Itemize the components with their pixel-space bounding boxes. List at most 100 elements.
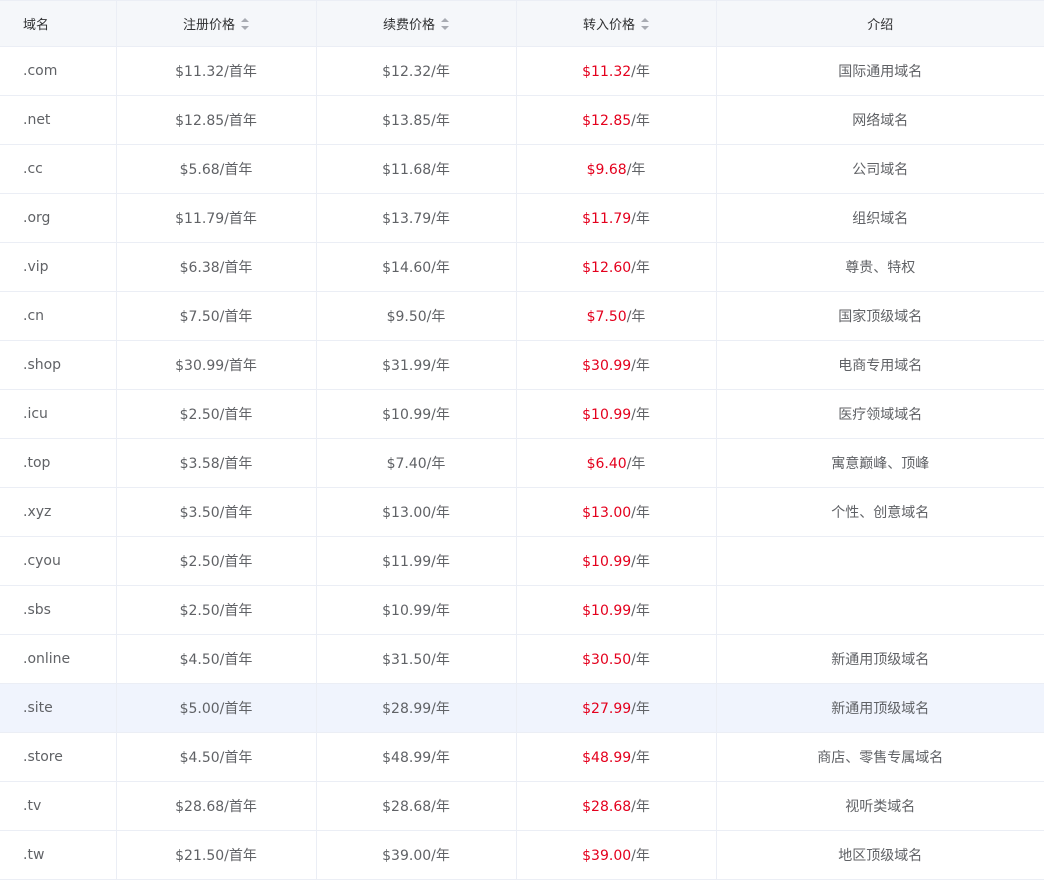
table-row[interactable]: .cyou $2.50/首年 $11.99/年 $10.99/年 bbox=[0, 536, 1044, 586]
transfer-price-unit: /年 bbox=[631, 260, 650, 276]
intro-cell: 地区顶级域名 bbox=[715, 830, 1044, 880]
renew-price: $48.99/年 bbox=[382, 750, 450, 766]
table-row[interactable]: .store $4.50/首年 $48.99/年 $48.99/年 商店、零售专属域名 bbox=[0, 732, 1044, 782]
intro-cell: 新通用顶级域名 bbox=[715, 683, 1044, 733]
intro-cell: 商店、零售专属域名 bbox=[715, 732, 1044, 782]
renew-price: $28.68/年 bbox=[382, 799, 450, 815]
transfer-price-cell: $13.00/年 bbox=[515, 487, 717, 537]
transfer-price-cell: $12.85/年 bbox=[515, 95, 717, 145]
intro-cell: 新通用顶级域名 bbox=[715, 634, 1044, 684]
renew-price: $11.68/年 bbox=[382, 162, 450, 178]
sort-register-price[interactable]: 注册价格 bbox=[183, 14, 249, 33]
sort-caret-icon[interactable] bbox=[641, 17, 649, 30]
transfer-price-amount: $30.50 bbox=[582, 652, 632, 668]
table-row[interactable]: .cc $5.68/首年 $11.68/年 $9.68/年 公司域名 bbox=[0, 144, 1044, 194]
register-price: $6.38/首年 bbox=[179, 260, 253, 276]
intro-text: 寓意巅峰、顶峰 bbox=[831, 456, 930, 472]
table-row[interactable]: .icu $2.50/首年 $10.99/年 $10.99/年 医疗领域域名 bbox=[0, 389, 1044, 439]
domain-suffix: .top bbox=[23, 455, 51, 471]
intro-text: 视听类域名 bbox=[845, 799, 916, 815]
sort-renew-price[interactable]: 续费价格 bbox=[383, 14, 449, 33]
register-price: $11.32/首年 bbox=[175, 64, 257, 80]
register-price: $11.79/首年 bbox=[175, 211, 257, 227]
domain-cell: .org bbox=[0, 193, 117, 243]
transfer-price-unit: /年 bbox=[631, 211, 650, 227]
register-price: $2.50/首年 bbox=[179, 603, 253, 619]
table-row[interactable]: .shop $30.99/首年 $31.99/年 $30.99/年 电商专用域名 bbox=[0, 340, 1044, 390]
sort-caret-icon[interactable] bbox=[241, 17, 249, 30]
intro-cell: 组织域名 bbox=[715, 193, 1044, 243]
table-row[interactable]: .org $11.79/首年 $13.79/年 $11.79/年 组织域名 bbox=[0, 193, 1044, 243]
table-row[interactable]: .net $12.85/首年 $13.85/年 $12.85/年 网络域名 bbox=[0, 95, 1044, 145]
renew-price: $10.99/年 bbox=[382, 603, 450, 619]
domain-cell: .icu bbox=[0, 389, 117, 439]
renew-price-cell: $7.40/年 bbox=[315, 438, 517, 488]
domain-cell: .xyz bbox=[0, 487, 117, 537]
header-domain-label: 域名 bbox=[23, 18, 50, 33]
table-row[interactable]: .sbs $2.50/首年 $10.99/年 $10.99/年 bbox=[0, 585, 1044, 635]
table-row[interactable]: .cn $7.50/首年 $9.50/年 $7.50/年 国家顶级域名 bbox=[0, 291, 1044, 341]
renew-price-cell: $39.00/年 bbox=[315, 830, 517, 880]
intro-text: 国家顶级域名 bbox=[838, 309, 923, 325]
transfer-price-unit: /年 bbox=[631, 799, 650, 815]
intro-text: 商店、零售专属域名 bbox=[817, 750, 944, 766]
domain-cell: .cyou bbox=[0, 536, 117, 586]
register-price: $5.00/首年 bbox=[179, 701, 253, 717]
table-row[interactable]: .com $11.32/首年 $12.32/年 $11.32/年 国际通用域名 bbox=[0, 46, 1044, 96]
register-price: $28.68/首年 bbox=[175, 799, 257, 815]
transfer-price-cell: $10.99/年 bbox=[515, 536, 717, 586]
domain-cell: .vip bbox=[0, 242, 117, 292]
transfer-price-amount: $48.99 bbox=[582, 750, 632, 766]
register-price: $3.58/首年 bbox=[179, 456, 253, 472]
header-renew-price[interactable]: 续费价格 bbox=[315, 0, 517, 47]
transfer-price-amount: $10.99 bbox=[582, 407, 632, 423]
transfer-price-cell: $10.99/年 bbox=[515, 585, 717, 635]
transfer-price-amount: $6.40 bbox=[586, 456, 627, 472]
table-body: .com $11.32/首年 $12.32/年 $11.32/年 国际通用域名 .net $… bbox=[0, 46, 1044, 880]
transfer-price-cell: $39.00/年 bbox=[515, 830, 717, 880]
register-price-cell: $6.38/首年 bbox=[115, 242, 317, 292]
header-register-price[interactable]: 注册价格 bbox=[115, 0, 317, 47]
header-transfer-price[interactable]: 转入价格 bbox=[515, 0, 717, 47]
header-intro: 介绍 bbox=[715, 0, 1044, 47]
intro-cell: 国家顶级域名 bbox=[715, 291, 1044, 341]
renew-price-cell: $9.50/年 bbox=[315, 291, 517, 341]
transfer-price-amount: $9.68 bbox=[586, 162, 627, 178]
intro-cell bbox=[715, 585, 1044, 635]
domain-suffix: .tw bbox=[23, 847, 45, 863]
sort-caret-icon[interactable] bbox=[441, 17, 449, 30]
table-row[interactable]: .site $5.00/首年 $28.99/年 $27.99/年 新通用顶级域名 bbox=[0, 683, 1044, 733]
header-row: 域名 注册价格 续费价格 转入价格 介绍 bbox=[0, 0, 1044, 47]
transfer-price-amount: $7.50 bbox=[586, 309, 627, 325]
table-header: 域名 注册价格 续费价格 转入价格 介绍 bbox=[0, 0, 1044, 47]
table-row[interactable]: .tw $21.50/首年 $39.00/年 $39.00/年 地区顶级域名 bbox=[0, 830, 1044, 880]
transfer-price-cell: $6.40/年 bbox=[515, 438, 717, 488]
table-row[interactable]: .xyz $3.50/首年 $13.00/年 $13.00/年 个性、创意域名 bbox=[0, 487, 1044, 537]
domain-suffix: .xyz bbox=[23, 504, 52, 520]
renew-price-cell: $28.99/年 bbox=[315, 683, 517, 733]
table-row[interactable]: .vip $6.38/首年 $14.60/年 $12.60/年 尊贵、特权 bbox=[0, 242, 1044, 292]
register-price-cell: $5.00/首年 bbox=[115, 683, 317, 733]
renew-price: $7.40/年 bbox=[386, 456, 446, 472]
table-row[interactable]: .online $4.50/首年 $31.50/年 $30.50/年 新通用顶级域名 bbox=[0, 634, 1044, 684]
table-row[interactable]: .top $3.58/首年 $7.40/年 $6.40/年 寓意巅峰、顶峰 bbox=[0, 438, 1044, 488]
renew-price-cell: $13.85/年 bbox=[315, 95, 517, 145]
intro-cell: 个性、创意域名 bbox=[715, 487, 1044, 537]
transfer-price-cell: $12.60/年 bbox=[515, 242, 717, 292]
domain-suffix: .vip bbox=[23, 259, 49, 275]
domain-suffix: .cyou bbox=[23, 553, 61, 569]
transfer-price-unit: /年 bbox=[631, 603, 650, 619]
intro-cell: 公司域名 bbox=[715, 144, 1044, 194]
intro-cell bbox=[715, 536, 1044, 586]
transfer-price-amount: $11.32 bbox=[582, 64, 632, 80]
intro-cell: 电商专用域名 bbox=[715, 340, 1044, 390]
renew-price-cell: $11.68/年 bbox=[315, 144, 517, 194]
table-row[interactable]: .tv $28.68/首年 $28.68/年 $28.68/年 视听类域名 bbox=[0, 781, 1044, 831]
transfer-price-amount: $28.68 bbox=[582, 799, 632, 815]
register-price-cell: $11.79/首年 bbox=[115, 193, 317, 243]
renew-price-cell: $11.99/年 bbox=[315, 536, 517, 586]
sort-transfer-price[interactable]: 转入价格 bbox=[583, 14, 649, 33]
intro-text: 尊贵、特权 bbox=[845, 260, 916, 276]
transfer-price-cell: $11.32/年 bbox=[515, 46, 717, 96]
renew-price: $10.99/年 bbox=[382, 407, 450, 423]
